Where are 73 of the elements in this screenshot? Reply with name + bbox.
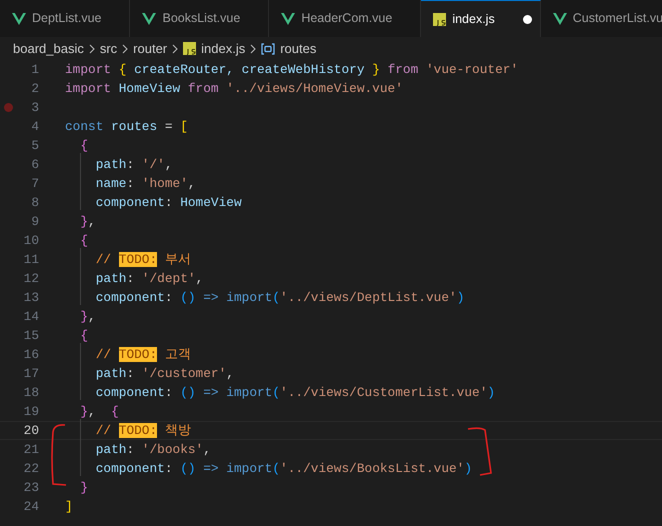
code-line: // TODO: 고객 <box>94 346 191 364</box>
editor-tab[interactable]: CustomerList.vu <box>540 0 662 37</box>
vue-file-icon <box>552 12 567 24</box>
vue-file-icon <box>12 12 26 24</box>
code-line: import { createRouter, createWebHistory } from 'vue-router' <box>65 60 518 79</box>
line-number: 4 <box>30 118 39 136</box>
breadcrumb-item[interactable]: router <box>133 38 168 58</box>
code-line: path: '/', <box>94 156 173 174</box>
code-line: // TODO: 책방 <box>94 422 191 440</box>
code-line: }, <box>79 308 96 326</box>
code-line: import HomeView from '../views/HomeView.vue' <box>65 80 403 98</box>
breadcrumb-item[interactable]: board_basic <box>13 38 84 58</box>
chevron-right-icon <box>122 44 128 54</box>
code-line: }, <box>79 212 96 231</box>
tab-label: index.js <box>452 10 495 28</box>
line-number: 9 <box>30 212 39 231</box>
code-line: path: '/dept', <box>94 270 204 288</box>
line-number: 12 <box>22 270 39 288</box>
line-number: 13 <box>22 288 39 307</box>
js-file-icon <box>433 12 446 26</box>
line-number: 14 <box>22 308 39 326</box>
line-number: 6 <box>30 156 39 174</box>
tab-label: HeaderCom.vue <box>301 10 392 28</box>
line-number: 5 <box>30 136 39 155</box>
code-line: ] <box>65 498 73 516</box>
editor-tab[interactable]: DeptList.vue <box>0 0 130 37</box>
code-line: }, { <box>79 402 119 421</box>
code-line: // TODO: 부서 <box>94 250 191 269</box>
chevron-right-icon <box>250 44 256 54</box>
symbol-variable-icon <box>261 42 276 54</box>
line-number: 24 <box>22 498 39 516</box>
editor-tab[interactable]: HeaderCom.vue <box>269 0 422 37</box>
code-line: { <box>79 136 88 155</box>
line-number: 15 <box>22 326 39 345</box>
breadcrumb-item[interactable]: src <box>100 38 118 58</box>
line-number: 17 <box>22 364 39 383</box>
code-line: path: '/customer', <box>94 364 234 383</box>
breadcrumb-item[interactable]: routes <box>280 38 316 58</box>
vue-file-icon <box>281 12 296 24</box>
line-number: 2 <box>30 80 39 98</box>
code-line: path: '/books', <box>94 440 211 459</box>
code-line: { <box>79 232 88 250</box>
line-number: 22 <box>22 460 39 478</box>
line-number: 19 <box>22 402 39 421</box>
code-line: } <box>79 478 88 497</box>
line-number: 11 <box>22 250 39 269</box>
line-number: 18 <box>22 384 39 402</box>
line-number: 1 <box>30 60 39 79</box>
line-number: 20 <box>22 422 39 440</box>
code-line: component: () => import('../views/DeptList.vue') <box>94 288 464 307</box>
editor-tab[interactable]: index.js <box>421 0 541 37</box>
line-number: 10 <box>22 232 39 250</box>
code-line: component: () => import('../views/CustomerList.vue') <box>94 384 496 402</box>
code-line: const routes = [ <box>65 118 188 136</box>
chevron-right-icon <box>88 44 95 54</box>
line-number: 7 <box>30 174 39 193</box>
tab-label: BooksList.vue <box>162 10 240 28</box>
line-number: 8 <box>30 194 39 212</box>
js-file-icon <box>183 42 196 55</box>
chevron-right-icon <box>172 44 178 54</box>
code-line: component: HomeView <box>94 194 242 212</box>
vue-file-icon <box>142 12 156 24</box>
tab-label: DeptList.vue <box>32 10 102 28</box>
line-number: 21 <box>22 440 39 459</box>
breadcrumb-item[interactable]: index.js <box>201 38 246 58</box>
code-line: { <box>79 326 88 345</box>
code-line: component: () => import('../views/BooksList.vue') <box>94 460 472 478</box>
line-number: 16 <box>22 346 39 364</box>
line-number: 23 <box>22 478 39 497</box>
tab-label: CustomerList.vu <box>572 10 662 28</box>
code-line: name: 'home', <box>94 174 196 193</box>
line-number: 3 <box>30 98 39 117</box>
editor-tab[interactable]: BooksList.vue <box>130 0 270 37</box>
